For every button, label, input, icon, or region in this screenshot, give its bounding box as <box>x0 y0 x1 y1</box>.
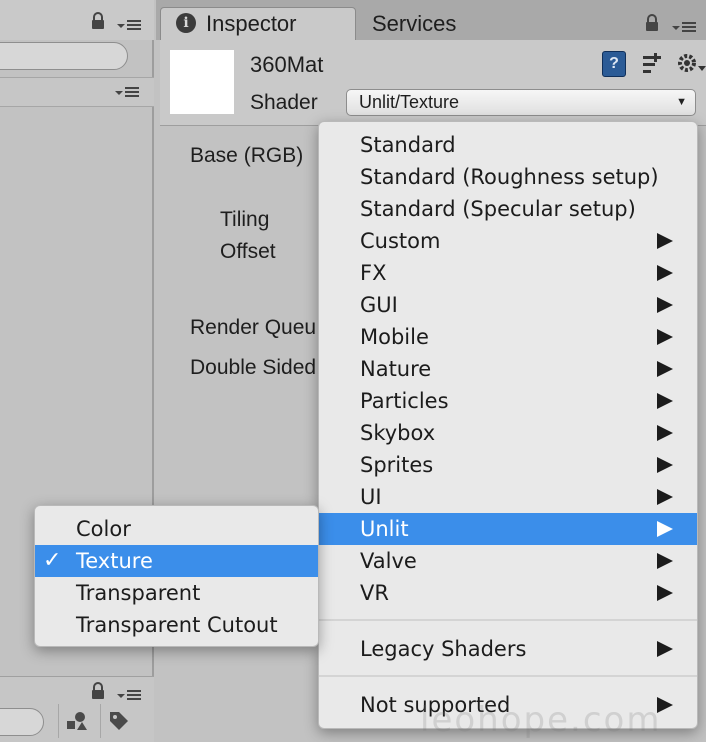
tab-services[interactable]: Services <box>372 8 456 40</box>
left-search-input[interactable] <box>0 42 128 70</box>
menu-separator <box>319 675 697 677</box>
help-book-icon[interactable]: ? <box>602 51 626 77</box>
submenu-arrow-icon <box>657 585 673 601</box>
gear-icon[interactable] <box>676 52 706 76</box>
submenu-arrow-icon <box>657 393 673 409</box>
submenu-arrow-icon <box>657 641 673 657</box>
submenu-arrow-icon <box>657 489 673 505</box>
property-offset: Offset <box>220 240 276 263</box>
menu-item-valve[interactable]: Valve <box>319 545 697 577</box>
menu-item-particles[interactable]: Particles <box>319 385 697 417</box>
property-base-rgb: Base (RGB) <box>190 144 304 167</box>
bottom-search-input[interactable] <box>0 708 44 736</box>
submenu-arrow-icon <box>657 457 673 473</box>
menu-item-vr[interactable]: VR <box>319 577 697 609</box>
shader-dropdown[interactable]: Unlit/Texture ▼ <box>346 89 696 116</box>
submenu-arrow-icon <box>657 553 673 569</box>
dropdown-arrow-icon: ▼ <box>676 96 687 108</box>
submenu-arrow-icon <box>657 425 673 441</box>
presets-icon[interactable] <box>641 53 663 77</box>
shader-menu: Standard Standard (Roughness setup) Stan… <box>318 121 698 729</box>
submenu-item-texture[interactable]: ✓ Texture <box>35 545 318 577</box>
submenu-item-color[interactable]: Color <box>35 513 318 545</box>
menu-item-standard[interactable]: Standard <box>319 129 697 161</box>
watermark: leohope.com <box>420 700 662 740</box>
material-preview <box>170 50 234 114</box>
submenu-arrow-icon <box>657 329 673 345</box>
property-tiling: Tiling <box>220 208 270 231</box>
menu-item-sprites[interactable]: Sprites <box>319 449 697 481</box>
tab-inspector-label: Inspector <box>206 11 297 36</box>
shader-dropdown-value: Unlit/Texture <box>359 92 460 112</box>
shapes-filter-icon[interactable] <box>58 704 94 738</box>
property-render-queue: Render Queu <box>190 316 316 339</box>
submenu-arrow-icon <box>657 521 673 537</box>
material-name: 360Mat <box>250 52 324 77</box>
submenu-arrow-icon <box>657 233 673 249</box>
menu-item-unlit[interactable]: Unlit <box>319 513 697 545</box>
panel-menu-icon[interactable] <box>117 688 143 702</box>
tag-icon[interactable] <box>100 704 136 738</box>
menu-item-gui[interactable]: GUI <box>319 289 697 321</box>
checkmark-icon: ✓ <box>43 548 62 573</box>
shader-label: Shader <box>250 91 318 114</box>
menu-item-standard-roughness[interactable]: Standard (Roughness setup) <box>319 161 697 193</box>
menu-item-skybox[interactable]: Skybox <box>319 417 697 449</box>
submenu-arrow-icon <box>657 297 673 313</box>
panel-menu-icon[interactable] <box>672 20 698 34</box>
menu-item-nature[interactable]: Nature <box>319 353 697 385</box>
menu-item-mobile[interactable]: Mobile <box>319 321 697 353</box>
menu-item-custom[interactable]: Custom <box>319 225 697 257</box>
submenu-arrow-icon <box>657 265 673 281</box>
panel-menu-icon[interactable] <box>117 18 143 32</box>
menu-item-ui[interactable]: UI <box>319 481 697 513</box>
lock-icon[interactable] <box>645 14 659 32</box>
menu-item-fx[interactable]: FX <box>319 257 697 289</box>
panel-menu-icon[interactable] <box>115 85 141 99</box>
submenu-item-transparent[interactable]: Transparent <box>35 577 318 609</box>
lock-icon[interactable] <box>91 12 105 30</box>
property-double-sided: Double Sided <box>190 356 316 379</box>
lock-icon[interactable] <box>91 682 105 700</box>
unlit-submenu: Color ✓ Texture Transparent Transparent C… <box>34 505 319 647</box>
submenu-arrow-icon <box>657 361 673 377</box>
menu-item-legacy-shaders[interactable]: Legacy Shaders <box>319 633 697 665</box>
info-icon: i <box>176 13 196 33</box>
submenu-item-transparent-cutout[interactable]: Transparent Cutout <box>35 609 318 641</box>
menu-separator <box>319 619 697 621</box>
menu-item-standard-specular[interactable]: Standard (Specular setup) <box>319 193 697 225</box>
